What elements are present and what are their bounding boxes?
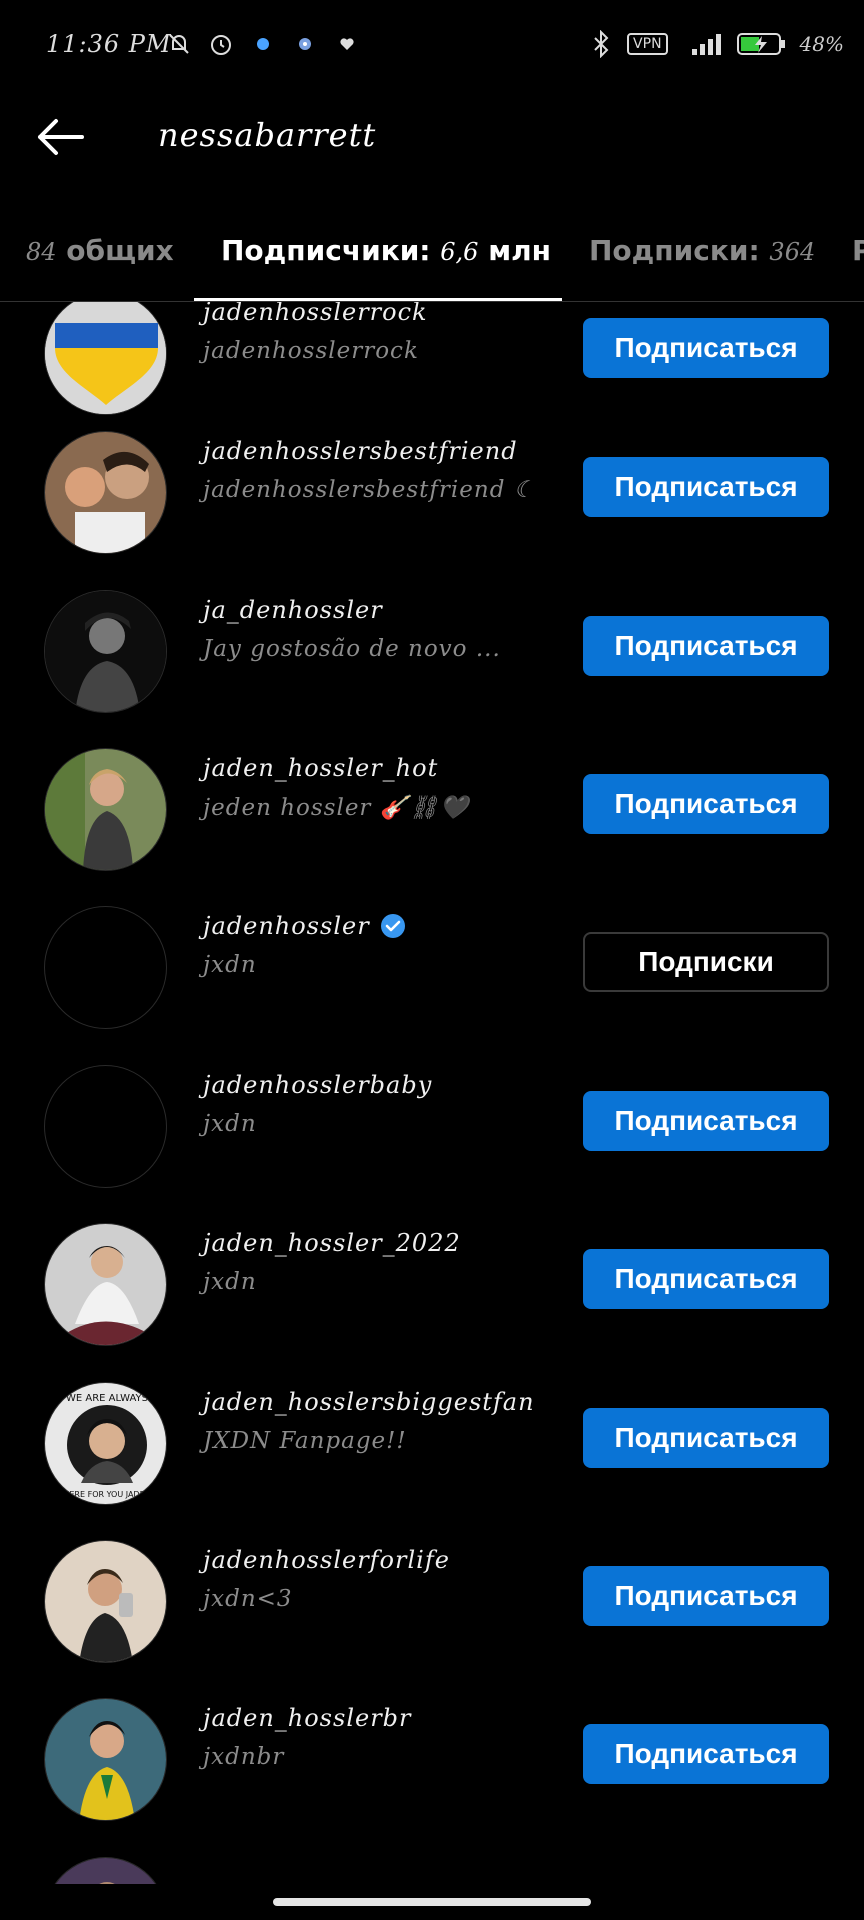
- status-notifications: [165, 30, 361, 58]
- status-bar: 11:36 PM VPN 48%: [0, 0, 864, 92]
- avatar[interactable]: [44, 1540, 167, 1663]
- follower-username[interactable]: jadenhosslerrock: [203, 302, 428, 326]
- avatar[interactable]: [44, 1223, 167, 1346]
- list-item[interactable]: ja_denhossler Jay gostosão de novo ... П…: [0, 590, 864, 748]
- follow-button[interactable]: Подписаться: [583, 1566, 829, 1626]
- follower-username[interactable]: jadenhossler: [203, 912, 406, 940]
- profile-photo: [45, 1541, 166, 1662]
- list-item[interactable]: jaden_hosslerbr jxdnbr Подписаться: [0, 1698, 864, 1856]
- heart-icon: [333, 30, 361, 58]
- avatar-caption-top: WE ARE ALWAYS: [66, 1393, 148, 1404]
- follower-username[interactable]: jadenhosslerbaby: [203, 1071, 432, 1099]
- mute-icon: [165, 30, 193, 58]
- follow-button[interactable]: Подписаться: [583, 1091, 829, 1151]
- follow-button[interactable]: Подписаться: [583, 774, 829, 834]
- follower-username[interactable]: jaden_hossler_2022: [203, 1229, 461, 1257]
- follow-button[interactable]: Подписаться: [583, 616, 829, 676]
- follower-fullname: Jay gostosão de novo ...: [203, 636, 501, 662]
- follow-button[interactable]: Подписаться: [583, 1724, 829, 1784]
- follower-username[interactable]: ja_denhossler: [203, 596, 383, 624]
- follower-username[interactable]: jaden_hosslerbr: [203, 1704, 412, 1732]
- arrow-left-icon: [38, 119, 84, 155]
- follower-username[interactable]: jadenhosslerforlife: [203, 1546, 450, 1574]
- status-time: 11:36 PM: [46, 30, 172, 58]
- list-item[interactable]: jadenhossler jxdn Подписки: [0, 906, 864, 1064]
- follow-button[interactable]: Подписаться: [583, 457, 829, 517]
- profile-photo: [45, 749, 166, 870]
- battery-percent: 48%: [799, 32, 844, 56]
- battery-charging-icon: [736, 30, 788, 58]
- tab-following[interactable]: Подписки: 364: [589, 234, 815, 267]
- tab-followers[interactable]: Подписчики: 6,6 млн: [221, 234, 551, 267]
- tab-mutual-label: общих: [66, 234, 174, 267]
- tab-more-label: Р: [852, 234, 864, 267]
- follow-button[interactable]: Подписаться: [583, 318, 829, 378]
- follower-fullname: jxdn<3: [203, 1586, 293, 1612]
- list-item[interactable]: jadenhosslerbaby jxdn Подписаться: [0, 1065, 864, 1223]
- avatar[interactable]: [44, 590, 167, 713]
- vpn-badge: VPN: [627, 33, 668, 55]
- avatar[interactable]: WE ARE ALWAYS HERE FOR YOU JADEN: [44, 1382, 167, 1505]
- profile-photo: [45, 591, 166, 712]
- list-item[interactable]: WE ARE ALWAYS HERE FOR YOU JADEN jaden_h…: [0, 1382, 864, 1540]
- home-indicator[interactable]: [273, 1898, 591, 1906]
- tab-mutual[interactable]: 84 общих: [26, 234, 174, 267]
- avatar[interactable]: [44, 1698, 167, 1821]
- tab-following-count: 364: [769, 238, 816, 266]
- follower-fullname: jxdnbr: [203, 1744, 285, 1770]
- profile-photo: WE ARE ALWAYS HERE FOR YOU JADEN: [45, 1383, 166, 1504]
- followers-list[interactable]: jadenhosslerrock jadenhosslerrock Подпис…: [0, 302, 864, 1884]
- signal-icon: [680, 30, 724, 58]
- profile-header: nessabarrett: [0, 92, 864, 182]
- tab-followers-count: 6,6: [440, 238, 479, 266]
- follower-fullname: jadenhosslerrock: [203, 338, 419, 364]
- alarm-icon: [207, 30, 235, 58]
- profile-photo: [45, 1224, 166, 1345]
- follower-fullname: jxdn: [203, 1269, 257, 1295]
- follow-button[interactable]: Подписаться: [583, 1249, 829, 1309]
- verified-badge-icon: [380, 914, 405, 938]
- follower-username[interactable]: jaden_hossler_hot: [203, 754, 438, 782]
- list-item[interactable]: jadenhosslerforlife jxdn<3 Подписаться: [0, 1540, 864, 1698]
- avatar[interactable]: [44, 431, 167, 554]
- back-button[interactable]: [30, 112, 90, 162]
- follower-fullname: jxdn: [203, 952, 257, 978]
- list-item[interactable]: jadenhosslerrock jadenhosslerrock Подпис…: [0, 302, 864, 450]
- avatar[interactable]: [44, 1065, 167, 1188]
- profile-username: nessabarrett: [158, 116, 377, 154]
- follower-fullname: jeden hossler 🎸⛓🖤: [203, 795, 470, 821]
- profile-photo: [45, 432, 166, 553]
- profile-photo: [45, 1699, 166, 1820]
- avatar[interactable]: [44, 302, 167, 415]
- active-tab-indicator: [194, 298, 562, 301]
- follower-username[interactable]: jaden_hosslersbiggestfan: [203, 1388, 535, 1416]
- tab-followers-label: Подписчики:: [221, 234, 431, 267]
- follow-tabs: 84 общих Подписчики: 6,6 млн Подписки: 3…: [0, 222, 864, 302]
- follower-fullname: JXDN Fanpage!!: [203, 1428, 407, 1454]
- follower-fullname: jxdn: [203, 1111, 257, 1137]
- list-item[interactable]: [0, 1857, 864, 1884]
- following-button[interactable]: Подписки: [583, 932, 829, 992]
- tab-following-label: Подписки:: [589, 234, 760, 267]
- list-item[interactable]: jaden_hossler_2022 jxdn Подписаться: [0, 1223, 864, 1381]
- app-notification-icon: [249, 30, 277, 58]
- ukraine-heart-icon: [45, 302, 166, 414]
- avatar[interactable]: [44, 1857, 167, 1884]
- avatar-caption-bottom: HERE FOR YOU JADEN: [63, 1490, 150, 1499]
- bluetooth-icon: [587, 30, 615, 58]
- tab-more[interactable]: Р: [852, 234, 864, 267]
- avatar[interactable]: [44, 906, 167, 1029]
- follower-fullname: jadenhosslersbestfriend ☾: [203, 477, 536, 503]
- follower-username[interactable]: jadenhosslersbestfriend: [203, 437, 518, 465]
- tab-followers-unit: млн: [488, 234, 551, 267]
- tab-mutual-count: 84: [26, 238, 57, 266]
- app-notification-icon: [291, 30, 319, 58]
- status-system-icons: VPN 48%: [587, 30, 844, 58]
- profile-photo: [45, 1858, 166, 1884]
- list-item[interactable]: jaden_hossler_hot jeden hossler 🎸⛓🖤 Подп…: [0, 748, 864, 906]
- list-item[interactable]: jadenhosslersbestfriend jadenhosslersbes…: [0, 431, 864, 589]
- follow-button[interactable]: Подписаться: [583, 1408, 829, 1468]
- avatar[interactable]: [44, 748, 167, 871]
